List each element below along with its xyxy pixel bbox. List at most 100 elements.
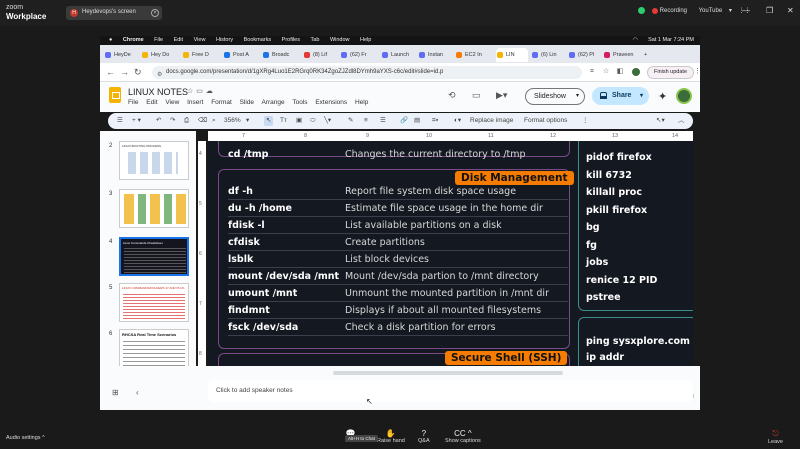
- zoom-chevron-icon[interactable]: ▾: [246, 116, 249, 126]
- history-icon[interactable]: ⟲: [448, 90, 456, 101]
- qa-button[interactable]: ? Q&A: [418, 429, 430, 444]
- menu-view[interactable]: View: [194, 37, 206, 43]
- minimize-icon[interactable]: —: [742, 6, 750, 15]
- menu-docs-view[interactable]: View: [165, 99, 179, 106]
- menu-window[interactable]: Window: [330, 37, 350, 43]
- browser-tab[interactable]: Hey Do: [141, 48, 179, 62]
- menu-docs-arrange[interactable]: Arrange: [262, 99, 285, 106]
- slide-editor[interactable]: cd /tmp Changes the current directory to…: [208, 141, 693, 366]
- menu-docs-extensions[interactable]: Extensions: [315, 99, 347, 106]
- menu-history[interactable]: History: [216, 37, 233, 43]
- share-chevron-down-icon[interactable]: ▾: [640, 87, 643, 105]
- menu-docs-help[interactable]: Help: [355, 99, 368, 106]
- profile-avatar[interactable]: [632, 68, 640, 76]
- browser-tab[interactable]: (6) Lin: [531, 48, 565, 62]
- menu-profiles[interactable]: Profiles: [282, 37, 300, 43]
- horizontal-scrollbar[interactable]: [333, 371, 563, 375]
- share-button[interactable]: Share ▾: [592, 87, 649, 105]
- text-box-icon[interactable]: Tт: [280, 116, 287, 126]
- slide-thumbnail-2[interactable]: LINUX BOOTING PROCESS: [119, 141, 189, 180]
- menu-docs-edit[interactable]: Edit: [146, 99, 157, 106]
- more-icon[interactable]: ⋮: [582, 116, 589, 126]
- browser-tab[interactable]: Praveen: [603, 48, 639, 62]
- slideshow-button[interactable]: Slideshow ▾: [525, 88, 585, 105]
- menu-docs-format[interactable]: Format: [211, 99, 232, 106]
- speaker-notes-input[interactable]: Click to add speaker notes: [208, 380, 693, 402]
- pointer-mode-icon[interactable]: ↖▾: [656, 116, 665, 126]
- restore-icon[interactable]: ❐: [766, 6, 773, 15]
- chevron-down-icon[interactable]: ▾: [576, 89, 579, 104]
- menu-help[interactable]: Help: [360, 37, 371, 43]
- collapse-filmstrip-icon[interactable]: ‹: [136, 388, 139, 397]
- site-info-icon[interactable]: ⚙: [157, 69, 162, 82]
- image-icon[interactable]: ▣: [296, 116, 302, 126]
- link-icon[interactable]: 🔗: [400, 116, 408, 126]
- menu-docs-file[interactable]: File: [128, 99, 138, 106]
- format-options-button[interactable]: Format options: [524, 116, 567, 126]
- mask-icon[interactable]: ◐▾: [454, 116, 461, 126]
- browser-tab[interactable]: (8) Lif: [303, 48, 337, 62]
- star-icon[interactable]: ☆: [187, 88, 196, 95]
- browser-tab[interactable]: Launch: [381, 48, 415, 62]
- finish-update-button[interactable]: Finish update: [647, 66, 694, 79]
- browser-tab[interactable]: Post A: [223, 48, 259, 62]
- new-slide-icon[interactable]: + ▾: [132, 116, 141, 126]
- user-avatar[interactable]: [676, 88, 692, 104]
- show-captions-button[interactable]: CC ^ Show captions: [445, 429, 481, 444]
- extensions-icon[interactable]: ◧: [616, 68, 624, 76]
- comments-icon[interactable]: ▭: [472, 90, 481, 101]
- back-icon[interactable]: ←: [106, 67, 115, 77]
- reload-icon[interactable]: ↻: [134, 67, 142, 78]
- menu-docs-tools[interactable]: Tools: [292, 99, 307, 106]
- border-weight-icon[interactable]: ≡: [364, 116, 368, 126]
- pen-icon[interactable]: ✎: [348, 116, 353, 126]
- meet-camera-icon[interactable]: ▶▾: [496, 90, 507, 101]
- browser-tab[interactable]: HeyDe: [104, 48, 138, 62]
- zoom-select[interactable]: 356%: [224, 116, 241, 126]
- doc-title[interactable]: LINUX NOTES: [128, 87, 188, 97]
- window-close-icon[interactable]: ✕: [787, 6, 794, 15]
- menu-chrome[interactable]: Chrome: [123, 37, 144, 43]
- cloud-icon[interactable]: ☁: [206, 88, 216, 95]
- chrome-menu-icon[interactable]: ⋮: [694, 68, 701, 76]
- zoom-icon[interactable]: ⌕: [212, 116, 216, 126]
- menu-docs-slide[interactable]: Slide: [240, 99, 254, 106]
- redo-icon[interactable]: ↷: [170, 116, 175, 126]
- browser-tab[interactable]: (62) Pl: [568, 48, 600, 62]
- menu-docs-insert[interactable]: Insert: [187, 99, 203, 106]
- print-icon[interactable]: ⎙: [184, 116, 189, 126]
- browser-tab[interactable]: Free D: [182, 48, 220, 62]
- collapse-chevron-up-icon[interactable]: ︿: [678, 116, 685, 126]
- bookmark-star-icon[interactable]: ☆: [602, 68, 610, 76]
- browser-tab[interactable]: EC2 In: [455, 48, 493, 62]
- slides-logo[interactable]: [109, 87, 121, 103]
- browser-tab[interactable]: (62) Fr: [340, 48, 378, 62]
- browser-tab[interactable]: Instan: [418, 48, 452, 62]
- audio-settings-button[interactable]: Audio settings ^: [6, 435, 45, 441]
- apple-icon[interactable]: ●: [109, 37, 112, 43]
- youtube-live-label[interactable]: YouTube ▾: [699, 8, 732, 14]
- slide-thumbnail-6[interactable]: RHCSA Real Time Scenarios: [119, 329, 189, 366]
- close-icon[interactable]: ×: [151, 9, 159, 17]
- slide-thumbnail-5[interactable]: LINUX COMMANDS/FOLDERS 17 AND PLUS: [119, 283, 189, 322]
- grid-view-icon[interactable]: ⊞: [112, 388, 119, 397]
- slide-thumbnail-3[interactable]: [119, 189, 189, 228]
- browser-tab[interactable]: Broadc: [262, 48, 300, 62]
- move-folder-icon[interactable]: ▭: [196, 88, 206, 95]
- menu-tab[interactable]: Tab: [311, 37, 320, 43]
- menu-file[interactable]: File: [154, 37, 163, 43]
- leave-button[interactable]: ⎋ Leave: [768, 429, 783, 445]
- address-input[interactable]: ⚙ docs.google.com/presentation/d/1gXRg4Lu…: [152, 66, 582, 79]
- translate-icon[interactable]: ⌗: [588, 68, 596, 76]
- menu-bookmarks[interactable]: Bookmarks: [244, 37, 272, 43]
- shared-screen-pill[interactable]: H Heydevops's screen ×: [66, 6, 162, 20]
- menus-search-icon[interactable]: ☰: [117, 116, 123, 126]
- raise-hand-button[interactable]: ✋ Raise hand: [377, 429, 405, 444]
- new-tab-icon[interactable]: +: [642, 48, 654, 62]
- browser-tab[interactable]: LIN: [496, 48, 528, 62]
- select-arrow-icon[interactable]: ↖: [264, 116, 274, 126]
- shape-icon[interactable]: ⬭: [310, 116, 316, 126]
- menu-edit[interactable]: Edit: [174, 37, 183, 43]
- border-dash-icon[interactable]: ☰: [380, 116, 386, 126]
- alt-text-icon[interactable]: ▤: [414, 116, 420, 126]
